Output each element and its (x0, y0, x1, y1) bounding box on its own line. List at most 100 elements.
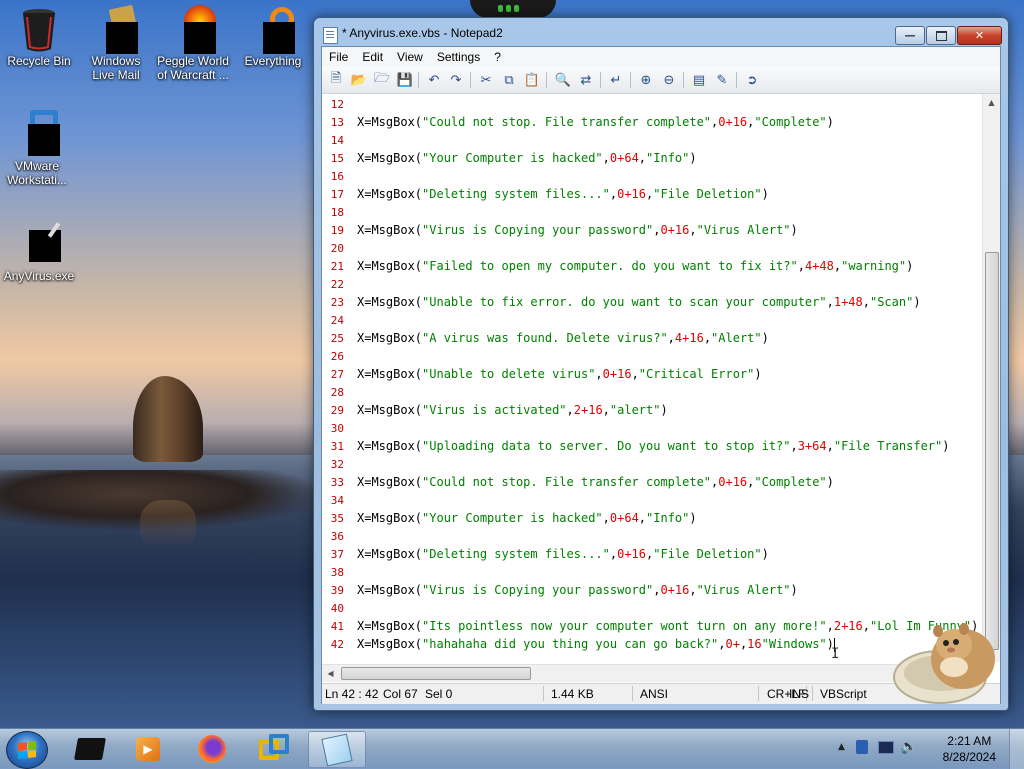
vertical-scrollbar[interactable]: ▲ ▼ (982, 94, 1000, 662)
line-number: 28 (330, 386, 344, 399)
line-number: 30 (330, 422, 344, 435)
taskbar: ▶ ▲ 🔈 2:21 AM 8/28/2024 (0, 728, 1024, 769)
code-line[interactable]: X=MsgBox("Virus is activated",2+16,"aler… (357, 403, 668, 417)
scroll-left-icon[interactable]: ◀ (322, 665, 339, 682)
menu-edit[interactable]: Edit (355, 47, 390, 67)
status-encoding[interactable]: ANSI (640, 687, 668, 701)
line-number: 14 (330, 134, 344, 147)
desktop-icon-windows-live-mail[interactable]: Windows Live Mail (79, 4, 153, 82)
code-line[interactable]: X=MsgBox("Unable to fix error. do you wa… (357, 295, 921, 309)
settings-icon[interactable]: ✎ (713, 71, 731, 89)
code-line[interactable]: X=MsgBox("Uploading data to server. Do y… (357, 439, 949, 453)
close-button[interactable]: ✕ (957, 26, 1002, 45)
show-desktop-button[interactable] (1009, 729, 1024, 769)
media-player-icon: ▶ (136, 736, 160, 761)
code-line[interactable]: X=MsgBox("A virus was found. Delete viru… (357, 331, 769, 345)
horizontal-scrollbar[interactable]: ◀ ▶ (322, 664, 983, 682)
code-line[interactable]: X=MsgBox("Your Computer is hacked",0+64,… (357, 151, 697, 165)
line-number: 20 (330, 242, 344, 255)
desktop-icon-peggle[interactable]: Peggle World of Warcraft ... (156, 5, 230, 82)
menu-settings[interactable]: Settings (430, 47, 487, 67)
code-line[interactable]: X=MsgBox("Virus is Copying your password… (357, 223, 798, 237)
wallpaper-logo (470, 0, 556, 18)
zoom-out-icon[interactable]: ⊖ (660, 71, 678, 89)
recycle-bin-icon (16, 5, 62, 52)
line-number: 25 (330, 332, 344, 345)
line-number: 17 (330, 188, 344, 201)
windows-logo-icon (18, 741, 36, 759)
line-number: 22 (330, 278, 344, 291)
line-number: 37 (330, 548, 344, 561)
horizontal-scroll-thumb[interactable] (341, 667, 531, 680)
everything-icon (250, 5, 296, 54)
notepad2-window[interactable]: * Anyvirus.exe.vbs - Notepad2 — ✕ File E… (313, 17, 1009, 711)
cut-icon[interactable]: ✂ (477, 71, 495, 89)
code-line[interactable]: X=MsgBox("Could not stop. File transfer … (357, 115, 834, 129)
exit-icon[interactable]: ➲ (743, 71, 761, 89)
code-line[interactable]: X=MsgBox("Could not stop. File transfer … (357, 475, 834, 489)
firefox-icon (198, 734, 226, 763)
volume-icon[interactable]: 🔈 (900, 739, 917, 755)
paste-icon[interactable]: 📋 (523, 71, 541, 89)
code-line[interactable]: X=MsgBox("Failed to open my computer. do… (357, 259, 913, 273)
line-number: 15 (330, 152, 344, 165)
scheme-icon[interactable]: ▤ (690, 71, 708, 89)
taskbar-app-firefox[interactable] (184, 731, 240, 766)
status-insert-mode[interactable]: INS (789, 687, 809, 701)
start-button[interactable] (6, 731, 48, 769)
monitor-icon[interactable] (878, 741, 894, 754)
minimize-button[interactable]: — (895, 26, 925, 45)
code-line[interactable]: X=MsgBox("Unable to delete virus",0+16,"… (357, 367, 762, 381)
code-line[interactable]: X=MsgBox("Deleting system files...",0+16… (357, 187, 769, 201)
hamster-sticker-image (890, 615, 1005, 710)
black-box-icon (74, 737, 106, 760)
menu-file[interactable]: File (322, 47, 355, 67)
undo-icon[interactable]: ↶ (425, 71, 443, 89)
maximize-button[interactable] (926, 26, 956, 45)
taskbar-app-media-player[interactable]: ▶ (120, 731, 176, 766)
menu-view[interactable]: View (390, 47, 430, 67)
code-line[interactable]: X=MsgBox("hahahaha did you thing you can… (357, 637, 834, 651)
code-line[interactable]: X=MsgBox("Virus is Copying your password… (357, 583, 798, 597)
open-folder-icon[interactable]: 📂 (350, 71, 368, 89)
taskbar-app-vmware[interactable] (246, 731, 302, 766)
desktop-icon-anyvirus[interactable]: AnyVirus.exe (2, 220, 76, 283)
new-file-icon[interactable]: 🗎 (327, 71, 345, 89)
show-hidden-icons-icon[interactable]: ▲ (838, 742, 845, 752)
code-line[interactable]: X=MsgBox("Deleting system files...",0+16… (357, 547, 769, 561)
notepad-client-area: File Edit View Settings ? 🗎 📂 🗁 💾 ↶ ↷ ✂ … (321, 46, 1001, 704)
line-number: 38 (330, 566, 344, 579)
taskbar-app-explorer[interactable] (62, 731, 118, 766)
code-line[interactable]: X=MsgBox("Your Computer is hacked",0+64,… (357, 511, 697, 525)
system-clock[interactable]: 2:21 AM 8/28/2024 (943, 733, 996, 765)
browse-icon[interactable]: 🗁 (373, 71, 391, 89)
desktop-icon-vmware[interactable]: VMware Workstati... (0, 110, 74, 187)
redo-icon[interactable]: ↷ (447, 71, 465, 89)
scroll-up-icon[interactable]: ▲ (983, 94, 1000, 111)
line-number-gutter: 12 13 14 15 16 17 18 19 20 21 22 23 24 25 26 27 28 29 30 31… (322, 94, 350, 662)
word-wrap-icon[interactable]: ↵ (607, 71, 625, 89)
status-line[interactable]: Ln 42 : 42 (325, 687, 378, 701)
save-icon[interactable]: 💾 (396, 71, 414, 89)
network-icon[interactable] (856, 740, 868, 754)
desktop-icon-recycle-bin[interactable]: Recycle Bin (2, 5, 76, 68)
status-lexer[interactable]: VBScript (820, 687, 867, 701)
vertical-scroll-thumb[interactable] (985, 252, 999, 650)
zoom-in-icon[interactable]: ⊕ (637, 71, 655, 89)
find-icon[interactable]: 🔍 (554, 71, 572, 89)
menu-help[interactable]: ? (487, 47, 508, 67)
title-bar[interactable]: * Anyvirus.exe.vbs - Notepad2 — ✕ (314, 18, 1008, 46)
line-number: 29 (330, 404, 344, 417)
status-selection: Sel 0 (425, 687, 453, 701)
notepad-app-icon[interactable] (323, 27, 338, 44)
line-number: 27 (330, 368, 344, 381)
taskbar-app-notepad2[interactable] (308, 731, 366, 768)
windows-live-mail-icon (93, 4, 139, 54)
desktop-icon-everything[interactable]: Everything (236, 5, 310, 68)
line-number: 24 (330, 314, 344, 327)
text-editor[interactable]: 12 13 14 15 16 17 18 19 20 21 22 23 24 25 26 27 28 29 30 31… (322, 94, 1000, 683)
code-line[interactable]: X=MsgBox("Its pointless now your compute… (357, 619, 978, 633)
line-number: 39 (330, 584, 344, 597)
copy-icon[interactable]: ⧉ (500, 71, 518, 89)
replace-icon[interactable]: ⇄ (577, 71, 595, 89)
